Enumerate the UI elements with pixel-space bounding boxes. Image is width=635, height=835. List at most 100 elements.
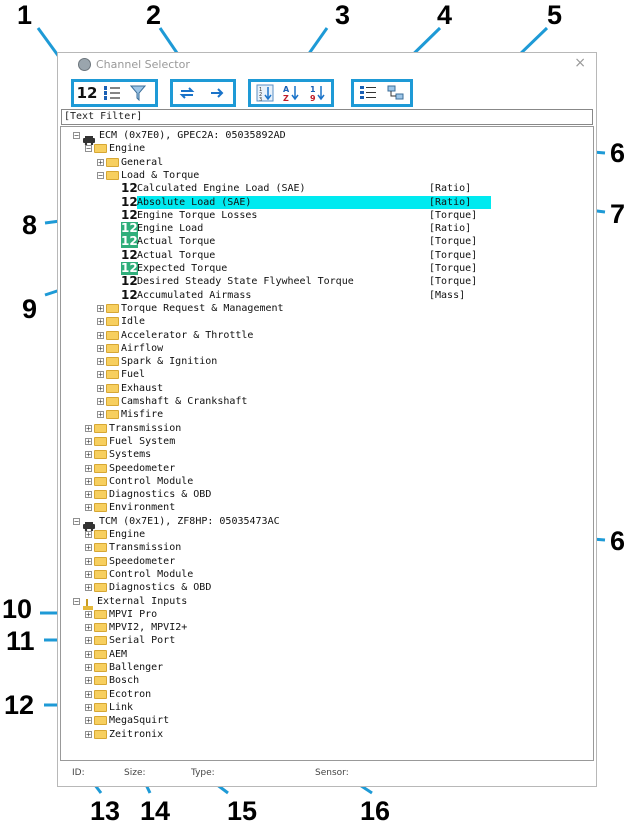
sort-alpha-button[interactable]: AZ <box>281 84 301 102</box>
expander-icon[interactable]: + <box>97 344 104 352</box>
expander-icon[interactable]: + <box>97 358 104 366</box>
channel-tree[interactable]: − ECM (0x7E0), GPEC2A: 05035892AD − Engine +… <box>60 126 594 761</box>
tcm-node[interactable]: TCM (0x7E1), ZF8HP: 05035473AC <box>99 515 280 528</box>
text-filter-input[interactable]: [Text Filter] <box>61 109 593 125</box>
expander-icon[interactable]: + <box>85 624 92 632</box>
expander-icon[interactable]: − <box>85 145 92 153</box>
engine-group-node[interactable]: Exhaust <box>121 382 163 395</box>
ecm-group-node[interactable]: Transmission <box>109 422 181 435</box>
swap-button[interactable] <box>177 84 197 102</box>
external-inputs-node[interactable]: External Inputs <box>97 595 187 608</box>
expander-icon[interactable]: + <box>85 557 92 565</box>
expander-icon[interactable]: + <box>85 730 92 738</box>
expander-icon[interactable]: + <box>85 531 92 539</box>
channel-item[interactable]: Expected Torque <box>137 262 227 275</box>
filter-button[interactable] <box>128 84 148 102</box>
external-input-node[interactable]: Serial Port <box>109 634 175 647</box>
expander-icon[interactable]: + <box>85 491 92 499</box>
external-input-node[interactable]: AEM <box>109 648 127 661</box>
external-input-node[interactable]: MPVI2, MPVI2+ <box>109 621 187 634</box>
expander-icon[interactable]: + <box>97 398 104 406</box>
ecm-group-node[interactable]: Systems <box>109 448 151 461</box>
engine-group-node[interactable]: Idle <box>121 315 145 328</box>
engine-group-node[interactable]: Airflow <box>121 342 163 355</box>
engine-group-node[interactable]: Misfire <box>121 408 163 421</box>
channel-item[interactable]: Calculated Engine Load (SAE) <box>137 182 306 195</box>
engine-group-node[interactable]: Spark & Ignition <box>121 355 217 368</box>
collapse-all-button[interactable] <box>386 84 406 102</box>
expander-icon[interactable]: + <box>85 477 92 485</box>
expand-all-button[interactable] <box>358 84 378 102</box>
ecm-group-node[interactable]: Environment <box>109 501 175 514</box>
callout-5: 5 <box>547 0 563 30</box>
ecm-node[interactable]: ECM (0x7E0), GPEC2A: 05035892AD <box>99 129 286 142</box>
expander-icon[interactable]: + <box>97 384 104 392</box>
channel-item[interactable]: Engine Load <box>137 222 203 235</box>
tcm-group-node[interactable]: Engine <box>109 528 145 541</box>
expander-icon[interactable]: + <box>85 424 92 432</box>
expander-icon[interactable]: + <box>85 570 92 578</box>
expander-icon[interactable]: + <box>97 331 104 339</box>
folder-icon <box>94 676 107 686</box>
expander-icon[interactable]: + <box>85 437 92 445</box>
tcm-group-node[interactable]: Transmission <box>109 541 181 554</box>
expander-icon[interactable]: + <box>85 677 92 685</box>
numbered-list-button[interactable] <box>102 84 122 102</box>
expander-icon[interactable]: + <box>85 451 92 459</box>
expander-icon[interactable]: + <box>85 610 92 618</box>
callout-9: 9 <box>22 294 38 324</box>
channel-item[interactable]: Desired Steady State Flywheel Torque <box>137 275 354 288</box>
expander-icon[interactable]: + <box>85 637 92 645</box>
expander-icon[interactable]: + <box>85 504 92 512</box>
expander-icon[interactable]: − <box>73 517 80 525</box>
next-button[interactable] <box>207 84 227 102</box>
engine-group-node[interactable]: Fuel <box>121 368 145 381</box>
expander-icon[interactable]: − <box>97 171 104 179</box>
toolbar-view-group: 12 <box>71 79 158 107</box>
sort-numeric-button[interactable]: 19 <box>307 84 327 102</box>
expander-icon[interactable]: + <box>85 544 92 552</box>
expander-icon[interactable]: + <box>85 584 92 592</box>
external-input-node[interactable]: MegaSquirt <box>109 714 169 727</box>
ecm-group-node[interactable]: Control Module <box>109 475 193 488</box>
general-node[interactable]: General <box>121 156 163 169</box>
channel-item[interactable]: Actual Torque <box>137 235 215 248</box>
tcm-group-node[interactable]: Control Module <box>109 568 193 581</box>
external-input-node[interactable]: Ecotron <box>109 688 151 701</box>
expander-icon[interactable]: + <box>85 690 92 698</box>
external-input-node[interactable]: Ballenger <box>109 661 163 674</box>
expander-icon[interactable]: − <box>73 597 80 605</box>
tcm-group-node[interactable]: Diagnostics & OBD <box>109 581 211 594</box>
tcm-group-node[interactable]: Speedometer <box>109 555 175 568</box>
expander-icon[interactable]: + <box>97 371 104 379</box>
expander-icon[interactable]: + <box>85 717 92 725</box>
external-input-node[interactable]: Zeitronix <box>109 728 163 741</box>
engine-group-node[interactable]: Torque Request & Management <box>121 302 284 315</box>
folder-icon <box>106 397 119 406</box>
sort-number-button[interactable]: 123 <box>255 84 275 102</box>
expander-icon[interactable]: + <box>85 703 92 711</box>
number-view-button[interactable]: 12 <box>76 84 98 102</box>
expander-icon[interactable]: − <box>73 132 80 140</box>
channel-item[interactable]: Engine Torque Losses <box>137 209 257 222</box>
channel-item[interactable]: Accumulated Airmass <box>137 289 251 302</box>
ecm-group-node[interactable]: Fuel System <box>109 435 175 448</box>
engine-group-node[interactable]: Accelerator & Throttle <box>121 329 253 342</box>
expander-icon[interactable]: + <box>85 664 92 672</box>
engine-group-node[interactable]: Camshaft & Crankshaft <box>121 395 247 408</box>
external-input-node[interactable]: Bosch <box>109 674 139 687</box>
engine-node[interactable]: Engine <box>109 142 145 155</box>
expander-icon[interactable]: + <box>97 158 104 166</box>
close-button[interactable]: × <box>574 55 586 71</box>
expander-icon[interactable]: + <box>85 464 92 472</box>
expander-icon[interactable]: + <box>97 318 104 326</box>
ecm-group-node[interactable]: Diagnostics & OBD <box>109 488 211 501</box>
external-input-node[interactable]: MPVI Pro <box>109 608 157 621</box>
ecm-group-node[interactable]: Speedometer <box>109 462 175 475</box>
expander-icon[interactable]: + <box>97 304 104 312</box>
channel-item[interactable]: Actual Torque <box>137 249 215 262</box>
load-torque-node[interactable]: Load & Torque <box>121 169 199 182</box>
expander-icon[interactable]: + <box>97 411 104 419</box>
external-input-node[interactable]: Link <box>109 701 133 714</box>
expander-icon[interactable]: + <box>85 650 92 658</box>
